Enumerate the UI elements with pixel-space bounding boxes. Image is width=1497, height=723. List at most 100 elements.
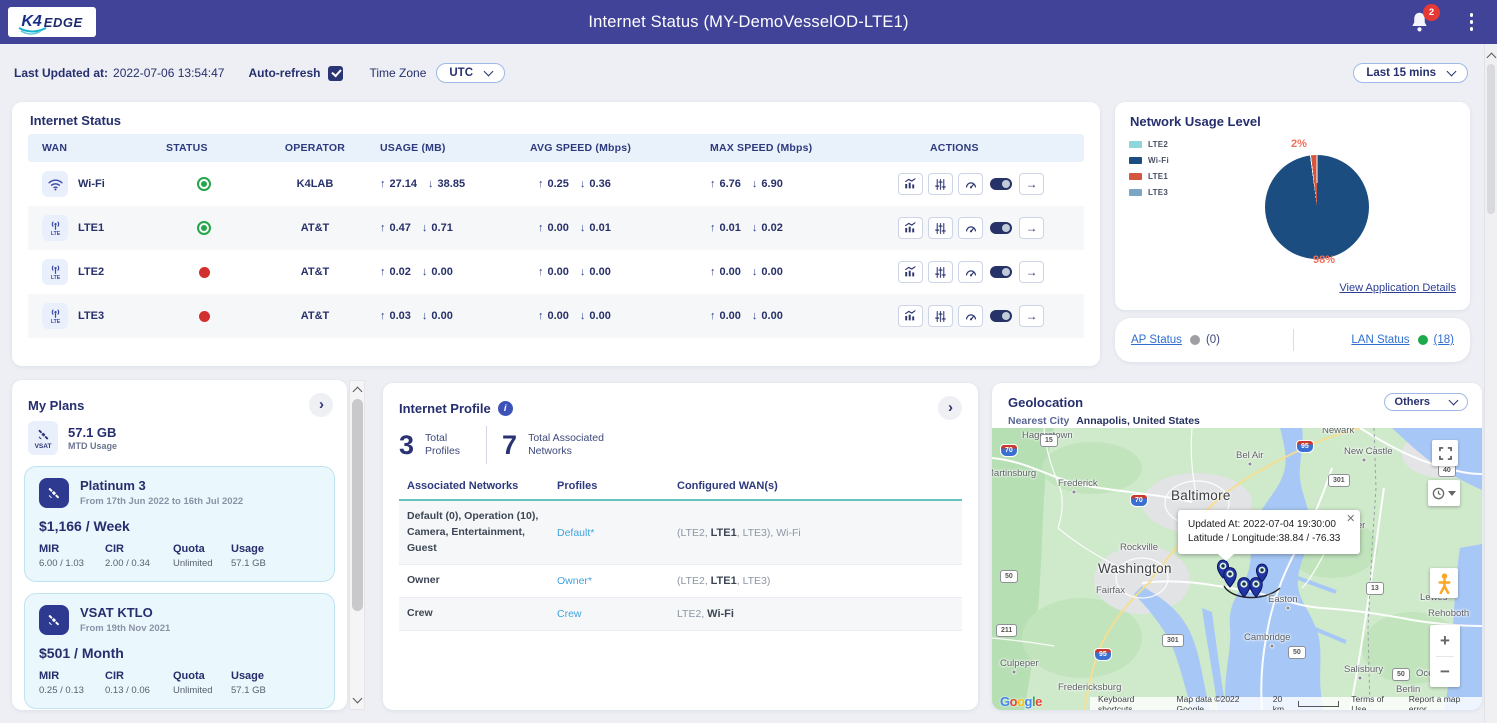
col-actions: ACTIONS [895,142,1084,154]
notifications-bell-icon[interactable]: 2 [1409,10,1431,34]
time-zone-select[interactable]: UTC [436,63,505,83]
wan-details-button[interactable]: → [1019,305,1044,327]
time-range-select[interactable]: Last 15 mins [1353,63,1468,83]
scroll-up-arrow-icon[interactable] [1485,48,1497,61]
plan-metric-value: 2.00 / 0.34 [105,558,163,569]
zoom-out-button[interactable]: − [1430,657,1460,687]
map-history-button[interactable] [1428,480,1460,506]
wan-details-button[interactable]: → [1019,261,1044,283]
scroll-down-arrow-icon[interactable] [350,693,364,707]
ap-status-dot-icon [1190,335,1200,345]
zoom-in-button[interactable]: + [1430,626,1460,656]
profile-cell: Owner* [557,575,677,587]
terms-of-use-link[interactable]: Terms of Use [1351,694,1397,711]
wan-config-button[interactable] [928,173,953,195]
satellite-icon [39,605,69,635]
scrollbar-thumb[interactable] [1487,64,1495,214]
wan-speedtest-button[interactable] [958,217,983,239]
upload-value: 0.00 [548,310,569,322]
profile-row: Default (0), Operation (10), Camera, Ent… [399,501,962,565]
plan-metric-label: Quota [173,670,221,682]
ap-status-count: (0) [1206,334,1220,346]
google-logo[interactable]: Google [1000,694,1042,709]
arrow-down-icon: ↓ [752,178,758,190]
plan-card[interactable]: VSAT KTLOFrom 19th Nov 2021$501 / MonthM… [24,593,335,709]
wan-speedtest-button[interactable] [958,173,983,195]
wan-enable-toggle[interactable] [990,222,1012,234]
scroll-up-arrow-icon[interactable] [350,383,364,397]
associated-networks: Owner [407,573,557,589]
wan-config-button[interactable] [928,305,953,327]
profile-row: OwnerOwner*(LTE2, LTE1, LTE3) [399,565,962,598]
wan-graph-button[interactable] [898,217,923,239]
wan-config-button[interactable] [928,261,953,283]
info-icon[interactable]: i [498,401,513,416]
col-status: STATUS [158,142,250,154]
download-value: 0.02 [761,222,782,234]
plan-metric-label: CIR [105,670,163,682]
internet-profile-expand-button[interactable]: › [938,396,962,420]
associated-networks: Default (0), Operation (10), Camera, Ent… [407,509,557,556]
map-fullscreen-button[interactable] [1432,440,1458,466]
download-value: 0.00 [431,266,452,278]
view-application-details-link[interactable]: View Application Details [1339,282,1456,294]
network-usage-title: Network Usage Level [1130,114,1261,129]
map-city-label: Cambridge [1244,632,1290,643]
usage-pie-chart[interactable] [1265,155,1369,259]
profile-link[interactable]: Default* [557,527,594,539]
wan-avg-speed: ↑0.00↓0.01 [528,222,700,234]
wan-details-button[interactable]: → [1019,217,1044,239]
wan-config-button[interactable] [928,217,953,239]
profile-link[interactable]: Owner* [557,575,592,587]
wan-cell: Wi-Fi [28,171,158,197]
scrollbar-thumb[interactable] [352,399,363,611]
vsat-badge-label: VSAT [35,443,52,450]
wan-details-button[interactable]: → [1019,173,1044,195]
map-scale: 20 km [1273,694,1339,711]
usage-legend: LTE2Wi-FiLTE1LTE3 [1129,140,1169,204]
ap-status-link[interactable]: AP Status [1131,334,1182,346]
map-city-label: Fredericksburg [1058,682,1121,693]
k4-edge-logo[interactable]: K4 EDGE [8,7,96,37]
my-plans-expand-button[interactable]: › [309,393,333,417]
wan-graph-button[interactable] [898,173,923,195]
page-scrollbar[interactable] [1484,44,1497,723]
map-scale-bar [1298,701,1340,707]
wan-speedtest-button[interactable] [958,305,983,327]
geolocation-title: Geolocation [1008,395,1083,410]
map[interactable]: HagerstownMartinsburgFrederickBel AirNew… [992,428,1482,710]
plan-metrics: MIRCIRQuotaUsage6.00 / 1.032.00 / 0.34Un… [39,543,320,569]
keyboard-shortcuts-link[interactable]: Keyboard shortcuts [1098,694,1165,711]
close-icon[interactable]: ✕ [1346,512,1355,525]
profile-link[interactable]: Crew [557,608,582,620]
overflow-menu-icon[interactable] [1468,11,1476,33]
download-value: 0.00 [589,310,610,322]
report-map-error-link[interactable]: Report a map error [1409,694,1474,711]
total-profiles-label: Total Profiles [425,432,471,458]
legend-swatch [1129,141,1142,148]
wan-graph-button[interactable] [898,261,923,283]
wan-actions: → [895,217,1084,239]
pie-slice-label-lte1: 2% [1291,138,1307,150]
plan-card[interactable]: Platinum 3From 17th Jun 2022 to 16th Jul… [24,466,335,582]
arrow-up-icon: ↑ [710,222,716,234]
wan-operator: AT&T [250,266,380,278]
wan-enable-toggle[interactable] [990,178,1012,190]
wan-speedtest-button[interactable] [958,261,983,283]
profile-cell: Default* [557,527,677,539]
map-city-label: Washington [1098,561,1172,576]
lan-status-count[interactable]: (18) [1434,334,1454,346]
wan-operator: K4LAB [250,178,380,190]
wan-enable-toggle[interactable] [990,310,1012,322]
plans-scrollbar[interactable] [349,380,365,710]
wan-enable-toggle[interactable] [990,266,1012,278]
auto-refresh-checkbox[interactable] [328,66,343,81]
arrow-up-icon: ↑ [538,222,544,234]
geolocation-filter-select[interactable]: Others [1384,393,1468,411]
legend-item: LTE2 [1129,140,1169,149]
street-view-pegman-icon[interactable] [1430,568,1458,598]
legend-label: LTE3 [1148,188,1168,197]
lan-status-dot-icon [1418,335,1428,345]
lan-status-link[interactable]: LAN Status [1351,334,1409,346]
wan-graph-button[interactable] [898,305,923,327]
